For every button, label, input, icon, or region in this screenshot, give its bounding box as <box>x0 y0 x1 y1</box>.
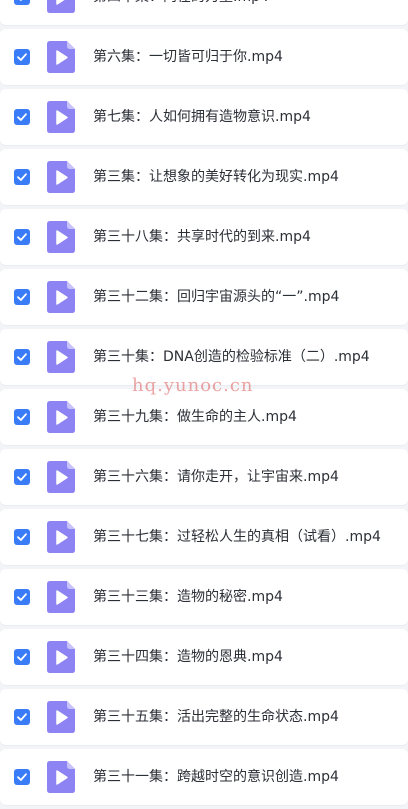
file-row[interactable]: 第三十一集：跨越时空的意识创造.mp4 <box>0 749 408 805</box>
file-name[interactable]: 第三集：让想象的美好转化为现实.mp4 <box>93 149 339 205</box>
file-row[interactable]: 第三集：让想象的美好转化为现实.mp4 <box>0 149 408 205</box>
file-list: 第四十集：内在的力量.mp4 第六集：一切皆可归于你.mp4第七集：人如何拥有造物… <box>0 0 408 809</box>
checkbox[interactable] <box>14 709 30 725</box>
checkmark-icon <box>19 0 23 1</box>
video-file-icon <box>47 0 75 13</box>
checkmark-icon <box>17 293 27 301</box>
file-row[interactable]: 第四十集：内在的力量.mp4 <box>0 0 408 25</box>
video-file-icon <box>47 761 75 793</box>
checkmark-icon <box>17 593 27 601</box>
file-row[interactable]: 第三十三集：造物的秘密.mp4 <box>0 569 408 625</box>
checkbox[interactable] <box>14 229 30 245</box>
checkbox[interactable] <box>14 169 30 185</box>
file-name[interactable]: 第三十六集：请你走开，让宇宙来.mp4 <box>93 449 339 505</box>
file-row[interactable]: 第三十五集：活出完整的生命状态.mp4 <box>0 689 408 745</box>
video-file-icon <box>47 461 75 493</box>
checkmark-icon <box>17 353 27 361</box>
checkbox[interactable] <box>14 0 30 5</box>
checkbox[interactable] <box>14 469 30 485</box>
file-row[interactable]: 第三十六集：请你走开，让宇宙来.mp4 <box>0 449 408 505</box>
file-row[interactable]: 第三十七集：过轻松人生的真相（试看）.mp4 <box>0 509 408 565</box>
file-name[interactable]: 第三十一集：跨越时空的意识创造.mp4 <box>93 749 339 805</box>
checkbox[interactable] <box>14 589 30 605</box>
checkbox[interactable] <box>14 109 30 125</box>
checkbox[interactable] <box>14 649 30 665</box>
checkmark-icon <box>17 653 27 661</box>
file-name[interactable]: 第四十集：内在的力量.mp4 <box>93 0 269 25</box>
file-name[interactable]: 第六集：一切皆可归于你.mp4 <box>93 29 283 85</box>
checkmark-icon <box>17 53 27 61</box>
file-row[interactable]: 第三十四集：造物的恩典.mp4 <box>0 629 408 685</box>
checkmark-icon <box>17 533 27 541</box>
file-row[interactable]: 第三十二集：回归宇宙源头的“一”.mp4 <box>0 269 408 325</box>
checkbox[interactable] <box>14 769 30 785</box>
file-name[interactable]: 第三十集：DNA创造的检验标准（二）.mp4 <box>93 329 370 385</box>
file-name[interactable]: 第三十三集：造物的秘密.mp4 <box>93 569 283 625</box>
file-row[interactable]: 第三十集：DNA创造的检验标准（二）.mp4 <box>0 329 408 385</box>
video-file-icon <box>47 701 75 733</box>
checkbox[interactable] <box>14 349 30 365</box>
file-row[interactable]: 第六集：一切皆可归于你.mp4 <box>0 29 408 85</box>
file-row[interactable]: 第三十九集：做生命的主人.mp4 <box>0 389 408 445</box>
file-name[interactable]: 第七集：人如何拥有造物意识.mp4 <box>93 89 311 145</box>
file-row[interactable]: 第七集：人如何拥有造物意识.mp4 <box>0 89 408 145</box>
video-file-icon <box>47 581 75 613</box>
video-file-icon <box>47 521 75 553</box>
checkmark-icon <box>17 173 27 181</box>
video-file-icon <box>47 401 75 433</box>
checkbox[interactable] <box>14 49 30 65</box>
file-name[interactable]: 第三十五集：活出完整的生命状态.mp4 <box>93 689 339 745</box>
video-file-icon <box>47 161 75 193</box>
video-file-icon <box>47 641 75 673</box>
checkbox[interactable] <box>14 289 30 305</box>
video-file-icon <box>47 41 75 73</box>
checkbox[interactable] <box>14 529 30 545</box>
checkmark-icon <box>17 773 27 781</box>
video-file-icon <box>47 101 75 133</box>
video-file-icon <box>47 341 75 373</box>
file-name[interactable]: 第三十九集：做生命的主人.mp4 <box>93 389 297 445</box>
file-name[interactable]: 第三十八集：共享时代的到来.mp4 <box>93 209 311 265</box>
video-file-icon <box>47 281 75 313</box>
checkmark-icon <box>17 413 27 421</box>
file-name[interactable]: 第三十七集：过轻松人生的真相（试看）.mp4 <box>93 509 381 565</box>
file-name[interactable]: 第三十四集：造物的恩典.mp4 <box>93 629 283 685</box>
file-name[interactable]: 第三十二集：回归宇宙源头的“一”.mp4 <box>93 269 339 325</box>
video-file-icon <box>47 221 75 253</box>
checkmark-icon <box>17 713 27 721</box>
checkbox[interactable] <box>14 409 30 425</box>
file-row[interactable]: 第三十八集：共享时代的到来.mp4 <box>0 209 408 265</box>
checkmark-icon <box>17 233 27 241</box>
checkmark-icon <box>17 113 27 121</box>
checkmark-icon <box>17 473 27 481</box>
